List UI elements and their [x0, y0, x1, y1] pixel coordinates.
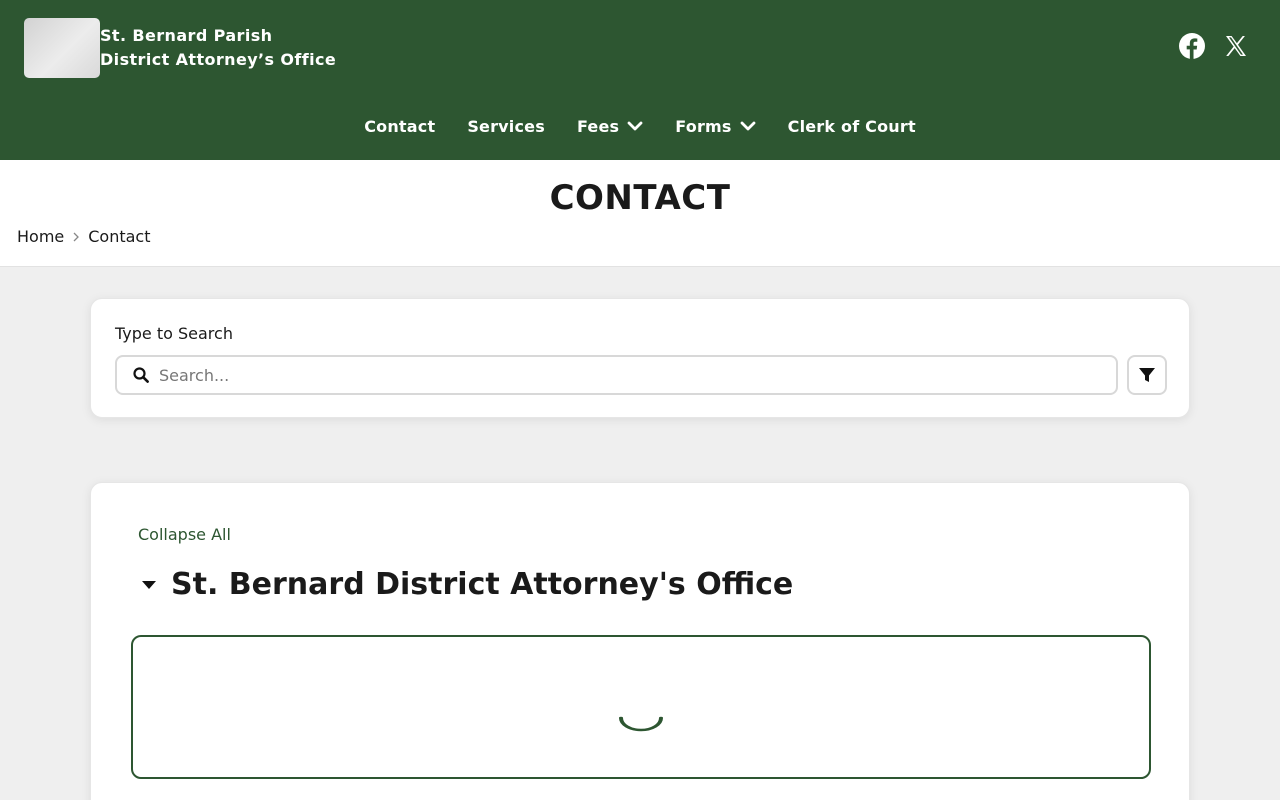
nav-item-fees[interactable]: Fees — [577, 117, 643, 136]
nav-item-clerk-of-court[interactable]: Clerk of Court — [788, 117, 916, 136]
site-header: St. Bernard Parish District Attorney’s O… — [0, 0, 1280, 160]
site-name[interactable]: St. Bernard Parish District Attorney’s O… — [100, 24, 336, 72]
search-card: Type to Search — [90, 298, 1190, 418]
breadcrumb-current: Contact — [88, 227, 151, 246]
facebook-link[interactable] — [1179, 33, 1205, 59]
site-name-line2: District Attorney’s Office — [100, 50, 337, 69]
filter-button[interactable] — [1127, 355, 1167, 395]
contact-content-box — [131, 635, 1151, 779]
contact-directory-card: Collapse All St. Bernard District Attorn… — [90, 482, 1190, 800]
section-title: St. Bernard District Attorney's Office — [171, 567, 794, 602]
section-header[interactable]: St. Bernard District Attorney's Office — [141, 567, 793, 602]
chevron-right-icon — [73, 232, 80, 242]
search-label: Type to Search — [115, 324, 233, 343]
nav-item-label: Contact — [364, 116, 436, 136]
nav-item-forms[interactable]: Forms — [675, 116, 756, 136]
breadcrumb: Home Contact — [17, 227, 151, 246]
nav-item-contact[interactable]: Contact — [364, 117, 435, 136]
site-name-line1: St. Bernard Parish — [100, 26, 273, 45]
nav-item-label: Clerk of Court — [787, 116, 916, 136]
search-icon — [133, 367, 149, 383]
page-title: CONTACT — [549, 178, 731, 218]
chevron-down-icon — [627, 120, 643, 132]
search-input[interactable] — [159, 365, 1059, 385]
caret-down-icon — [141, 580, 161, 590]
facebook-icon — [1179, 33, 1205, 59]
page-title-bar: CONTACT Home Contact — [0, 160, 1280, 267]
nav-item-label: Services — [467, 116, 545, 136]
x-link[interactable] — [1223, 33, 1249, 59]
x-icon — [1226, 36, 1246, 56]
breadcrumb-home[interactable]: Home — [17, 227, 64, 246]
site-logo[interactable] — [24, 18, 100, 78]
nav-item-label: Fees — [576, 116, 620, 136]
nav-item-services[interactable]: Services — [467, 117, 545, 136]
collapse-all-link[interactable]: Collapse All — [138, 525, 231, 544]
filter-icon — [1139, 368, 1155, 382]
nav-item-label: Forms — [675, 116, 732, 136]
main-nav: Contact Services Fees Forms Clerk of Cou… — [0, 104, 1280, 148]
chevron-down-icon — [740, 120, 756, 132]
search-box[interactable] — [115, 355, 1118, 395]
loading-spinner-icon — [619, 716, 663, 732]
